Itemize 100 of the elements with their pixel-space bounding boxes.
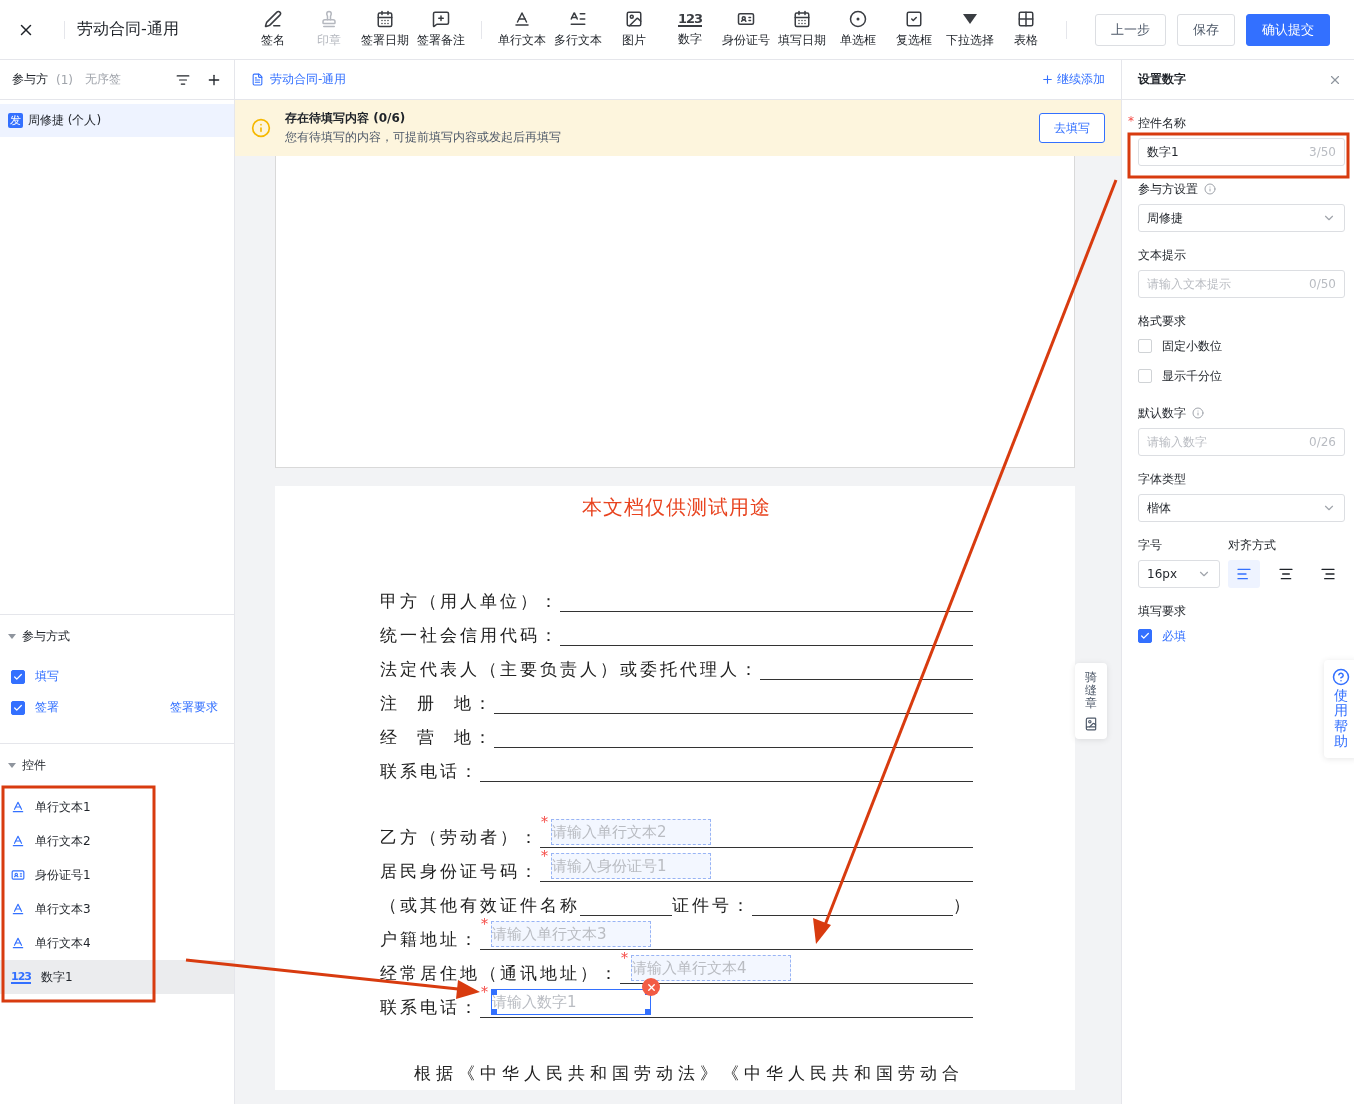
document-text: （或其他有效证件名称 xyxy=(380,894,580,916)
document-text: 统一社会信用代码： xyxy=(380,624,560,646)
document-text: ） xyxy=(953,894,973,916)
required-mark: * xyxy=(1128,114,1134,128)
option-label: 必填 xyxy=(1162,627,1186,645)
panel-title: 参与方 xyxy=(12,71,48,88)
section-title: 参与方式 xyxy=(22,627,70,645)
grid-icon xyxy=(1017,10,1035,28)
caret-icon[interactable] xyxy=(8,633,16,639)
document-text: 法定代表人（主要负责人）或委托代理人： xyxy=(380,658,760,680)
document-text: 户籍地址： xyxy=(380,928,480,950)
document-text: 甲方（用人单位）： xyxy=(380,590,560,612)
resize-handle[interactable] xyxy=(492,1009,497,1014)
resize-handle[interactable] xyxy=(645,1009,650,1014)
check-icon xyxy=(13,702,23,713)
document-icon xyxy=(251,73,264,86)
toolbar-button[interactable]: 签署备注 xyxy=(413,4,469,55)
field-label: 字体类型 xyxy=(1138,470,1186,488)
field-label: 对齐方式 xyxy=(1228,536,1276,554)
order-label: 无序签 xyxy=(85,71,122,88)
char-counter: 3/50 xyxy=(1309,145,1336,159)
image-icon xyxy=(625,10,643,28)
checkbox[interactable] xyxy=(11,669,25,684)
document-text: 居民身份证号码： xyxy=(380,860,540,882)
option-label: 显示千分位 xyxy=(1162,367,1222,385)
align-center-icon xyxy=(1278,566,1294,582)
toolbar-button[interactable]: 123 数字 xyxy=(662,4,718,55)
input-field[interactable]: 数字1 3/50 xyxy=(1138,138,1345,166)
checkbox[interactable] xyxy=(11,700,25,715)
participant-item[interactable]: 发 周修捷 (个人) xyxy=(0,104,234,137)
document-text: 经常居住地（通讯地址）： xyxy=(380,962,620,984)
toolbar-button[interactable]: 下拉选择 xyxy=(942,4,998,55)
toolbar-button[interactable]: 单行文本 xyxy=(494,4,550,55)
action-button[interactable]: 上一步 xyxy=(1095,13,1166,46)
action-button[interactable]: 确认提交 xyxy=(1246,13,1330,46)
field-label: 参与方设置 xyxy=(1138,180,1198,198)
toolbar-button[interactable]: 多行文本 xyxy=(550,4,606,55)
help-icon xyxy=(1332,668,1350,686)
calendar-icon xyxy=(793,10,811,28)
control-item[interactable]: 123 数字1 xyxy=(0,960,234,994)
select-field[interactable]: 16px xyxy=(1138,560,1220,588)
letter-a-icon xyxy=(11,834,25,848)
check-icon xyxy=(13,671,23,682)
info-icon xyxy=(1192,407,1204,419)
pen-icon xyxy=(264,10,282,28)
calendar-icon xyxy=(376,10,394,28)
field-label: 控件名称 xyxy=(1138,114,1186,132)
option-label: 填写 xyxy=(35,668,60,685)
align-left-icon xyxy=(1236,566,1252,582)
toolbar-button[interactable]: 签署日期 xyxy=(357,4,413,55)
seam-seal-button[interactable]: 骑缝章 xyxy=(1075,663,1107,739)
add-more-button[interactable]: 继续添加 xyxy=(1041,71,1105,88)
toolbar-button[interactable]: 表格 xyxy=(998,4,1054,55)
toolbar-button[interactable]: 复选框 xyxy=(886,4,942,55)
field-label: 文本提示 xyxy=(1138,246,1186,264)
section-title: 控件 xyxy=(22,756,46,774)
stamp-icon xyxy=(320,10,338,28)
option-label: 固定小数位 xyxy=(1162,337,1222,355)
checkbox[interactable] xyxy=(1138,629,1152,643)
required-mark: * xyxy=(541,817,551,827)
field-label: 格式要求 xyxy=(1138,312,1186,330)
fill-button[interactable]: 去填写 xyxy=(1039,113,1105,143)
document-link[interactable]: 劳动合同-通用 xyxy=(251,71,347,88)
toolbar-button[interactable]: 单选框 xyxy=(830,4,886,55)
close-icon xyxy=(645,981,657,993)
char-counter: 0/50 xyxy=(1309,277,1336,291)
letter-a-icon xyxy=(11,800,25,814)
document-title: 劳动合同-通用 xyxy=(77,19,180,40)
toolbar-button[interactable]: 身份证号 xyxy=(718,4,774,55)
toolbar-button[interactable]: 填写日期 xyxy=(774,4,830,55)
participant-name: 周修捷 (个人) xyxy=(28,112,102,129)
document-text: 乙方（劳动者）： xyxy=(380,826,540,848)
caret-icon[interactable] xyxy=(8,762,16,768)
info-icon xyxy=(251,118,271,138)
resize-handle[interactable] xyxy=(492,990,497,995)
plus-icon xyxy=(1041,73,1054,86)
field-label: 默认数字 xyxy=(1138,404,1186,422)
comment-plus-icon xyxy=(432,10,450,28)
radio-icon xyxy=(849,10,867,28)
document-text: 联系电话： xyxy=(380,996,480,1018)
requirement-link[interactable]: 签署要求 xyxy=(170,699,218,716)
select-field[interactable]: 周修捷 xyxy=(1138,204,1345,232)
document-paragraph: 根据《中华人民共和国劳动法》《中华人民共和国劳动合 xyxy=(413,1062,965,1085)
document-text: 注 册 地： xyxy=(380,692,494,714)
toolbar-button[interactable]: 图片 xyxy=(606,4,662,55)
help-button[interactable]: 使用帮助 xyxy=(1324,660,1354,758)
required-mark: * xyxy=(621,953,631,963)
action-button[interactable]: 保存 xyxy=(1177,13,1235,46)
field-label: 字号 xyxy=(1138,536,1162,554)
letter-a-icon xyxy=(513,10,531,28)
alert-title: 存在待填写内容 (0/6) xyxy=(285,110,407,127)
required-mark: * xyxy=(481,919,491,929)
sort-button[interactable] xyxy=(176,72,190,87)
field-label: 填写要求 xyxy=(1138,602,1186,620)
notice-title: 本文档仅供测试用途 xyxy=(581,494,772,521)
select-field[interactable]: 楷体 xyxy=(1138,494,1345,522)
toolbar-button[interactable]: 签名 xyxy=(245,4,301,55)
id-card-icon xyxy=(737,10,755,28)
required-mark: * xyxy=(541,851,551,861)
seal-icon xyxy=(1084,716,1098,731)
